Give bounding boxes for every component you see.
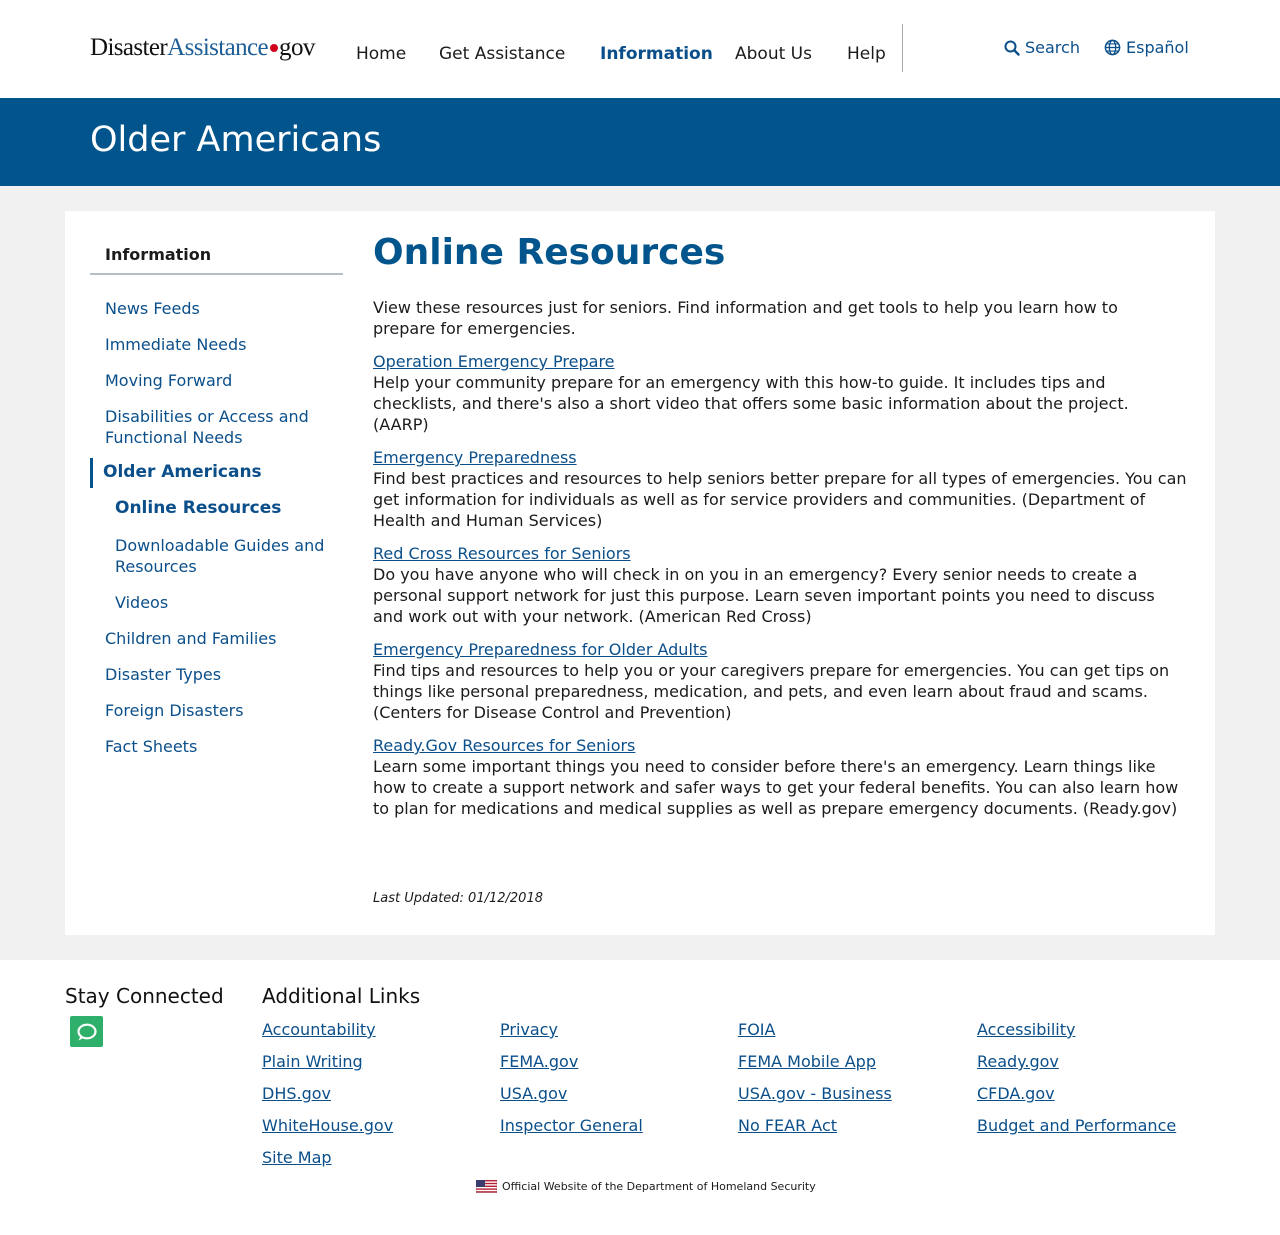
resource-link-older-adults[interactable]: Emergency Preparedness for Older Adults [373,639,1188,660]
us-flag-icon [476,1180,497,1193]
sidebar-item-older-americans[interactable]: Older Americans [103,462,338,483]
resource-description: Learn some important things you need to … [373,757,1179,818]
nav-help[interactable]: Help [847,44,886,64]
resource-item: Red Cross Resources for Seniors Do you h… [373,543,1188,627]
resource-link-red-cross[interactable]: Red Cross Resources for Seniors [373,543,1188,564]
sidebar-item-fact-sheets[interactable]: Fact Sheets [105,736,340,757]
sidebar-subitem-online-resources[interactable]: Online Resources [115,498,350,519]
footer-link-budget-performance[interactable]: Budget and Performance [977,1116,1176,1135]
logo-dot-icon [270,44,279,53]
language-label: Español [1126,38,1189,57]
resource-link-ready-gov[interactable]: Ready.Gov Resources for Seniors [373,735,1188,756]
banner-title: Older Americans [90,120,382,160]
footer-link-whitehouse[interactable]: WhiteHouse.gov [262,1116,393,1135]
footer-link-usa-gov[interactable]: USA.gov [500,1084,567,1103]
resource-item: Emergency Preparedness for Older Adults … [373,639,1188,723]
chat-bubble-icon [76,1023,97,1040]
sidebar-item-news-feeds[interactable]: News Feeds [105,298,340,319]
resource-description: Find best practices and resources to hel… [373,469,1187,530]
globe-icon [1104,39,1121,56]
resource-link-emergency-preparedness[interactable]: Emergency Preparedness [373,447,1188,468]
sidebar-item-disabilities[interactable]: Disabilities or Access and Functional Ne… [105,406,340,448]
footer-link-dhs[interactable]: DHS.gov [262,1084,331,1103]
intro-text: View these resources just for seniors. F… [373,298,1118,338]
footer-link-fema-mobile-app[interactable]: FEMA Mobile App [738,1052,876,1071]
nav-about-us[interactable]: About Us [735,44,812,64]
last-updated: Last Updated: 01/12/2018 [373,891,543,906]
search-link[interactable]: Search [1004,38,1080,57]
search-label: Search [1025,38,1080,57]
language-link[interactable]: Español [1104,38,1189,57]
stay-connected-heading: Stay Connected [65,984,224,1008]
footer-link-plain-writing[interactable]: Plain Writing [262,1052,363,1071]
resource-description: Help your community prepare for an emerg… [373,373,1129,434]
additional-links-heading: Additional Links [262,984,421,1008]
sidebar-item-foreign-disasters[interactable]: Foreign Disasters [105,700,340,721]
page-title: Online Resources [373,232,726,273]
footer-link-site-map[interactable]: Site Map [262,1148,332,1167]
site-logo[interactable]: DisasterAssistance gov [90,34,315,62]
search-icon [1004,40,1020,56]
footer-link-accountability[interactable]: Accountability [262,1020,376,1039]
resource-item: Ready.Gov Resources for Seniors Learn so… [373,735,1188,819]
sidebar-item-moving-forward[interactable]: Moving Forward [105,370,340,391]
logo-text-disaster: Disaster [90,34,168,61]
logo-text-assistance: Assistance [167,34,269,61]
page-banner: Older Americans [0,98,1280,186]
sidebar-heading: Information [105,245,212,264]
footer-link-foia[interactable]: FOIA [738,1020,775,1039]
footer-link-no-fear-act[interactable]: No FEAR Act [738,1116,837,1135]
footer-link-accessibility[interactable]: Accessibility [977,1020,1075,1039]
resource-description: Do you have anyone who will check in on … [373,565,1155,626]
footer-link-fema[interactable]: FEMA.gov [500,1052,578,1071]
footer-link-usa-gov-business[interactable]: USA.gov - Business [738,1084,892,1103]
sidebar-item-immediate-needs[interactable]: Immediate Needs [105,334,340,355]
official-website-text: Official Website of the Department of Ho… [502,1180,816,1193]
nav-get-assistance[interactable]: Get Assistance [439,44,565,64]
chat-link[interactable] [70,1016,103,1047]
nav-information[interactable]: Information [600,44,713,64]
resource-link-operation-emergency-prepare[interactable]: Operation Emergency Prepare [373,351,1188,372]
sidebar-item-disaster-types[interactable]: Disaster Types [105,664,340,685]
nav-divider [902,24,903,72]
nav-home[interactable]: Home [356,44,406,64]
resource-description: Find tips and resources to help you or y… [373,661,1170,722]
site-header: DisasterAssistance gov Home Get Assistanc… [0,0,1280,98]
sidebar-divider [90,273,343,275]
resource-item: Emergency Preparedness Find best practic… [373,447,1188,531]
sidebar-subitem-downloadable-guides[interactable]: Downloadable Guides and Resources [115,535,330,577]
sidebar-subitem-videos[interactable]: Videos [115,592,330,613]
footer-link-ready-gov[interactable]: Ready.gov [977,1052,1059,1071]
footer-link-cfda[interactable]: CFDA.gov [977,1084,1055,1103]
footer-link-privacy[interactable]: Privacy [500,1020,558,1039]
sidebar-active-indicator [90,458,93,488]
footer-link-inspector-general[interactable]: Inspector General [500,1116,643,1135]
logo-text-gov: gov [279,34,315,61]
sidebar-item-children-families[interactable]: Children and Families [105,628,340,649]
resource-item: Operation Emergency Prepare Help your co… [373,351,1188,435]
official-website-notice: Official Website of the Department of Ho… [476,1180,816,1193]
